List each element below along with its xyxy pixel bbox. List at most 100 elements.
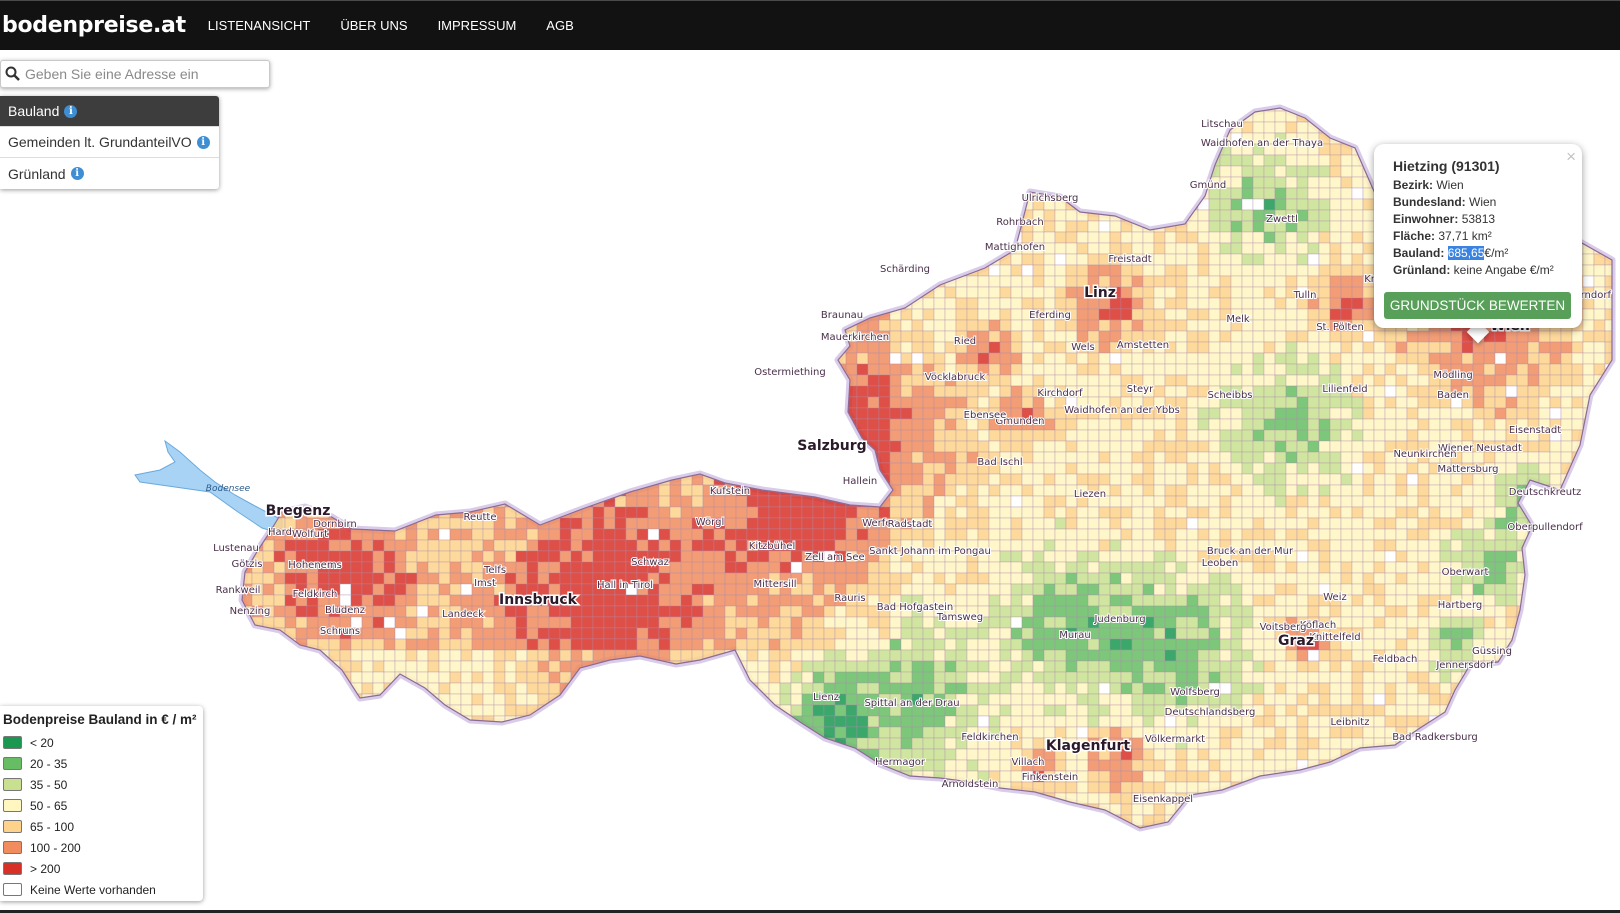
close-icon[interactable]: × (1566, 147, 1576, 167)
top-navbar: bodenpreise.at LISTENANSICHT ÜBER UNS IM… (0, 0, 1620, 50)
popup-field-value: 37,71 km² (1438, 229, 1492, 243)
place-label: Bludenz (325, 605, 365, 616)
place-label: Kirchdorf (1037, 388, 1083, 399)
place-label: Vöcklabruck (925, 372, 986, 383)
place-label: Schwaz (631, 557, 669, 568)
place-label: Hallein (843, 476, 877, 487)
layer-label: Grünland (8, 165, 66, 182)
city-label: Innsbruck (499, 592, 578, 608)
place-label: Ried (954, 336, 976, 347)
legend-item: 50 - 65 (3, 795, 203, 816)
nav-link-listenansicht[interactable]: LISTENANSICHT (208, 18, 311, 33)
place-label: Murau (1059, 630, 1091, 641)
place-label: Neunkirchen (1393, 449, 1456, 460)
layer-item-gruenland[interactable]: Grünland i (0, 158, 219, 189)
place-label: Leoben (1202, 558, 1239, 569)
place-label: Deutschkreutz (1509, 487, 1582, 498)
popup-field-value: Wien (1436, 178, 1464, 192)
place-label: Jennersdorf (1435, 660, 1494, 671)
place-label: Melk (1226, 314, 1250, 325)
city-label: Graz (1278, 633, 1314, 649)
place-label: Wolfsberg (1170, 687, 1220, 698)
place-label: Zwettl (1266, 214, 1298, 225)
popup-field-label: Bezirk: (1393, 178, 1434, 192)
place-label: Tamsweg (936, 612, 983, 623)
place-label: Baden (1437, 390, 1469, 401)
info-icon[interactable]: i (70, 167, 84, 180)
grundstueck-bewerten-button[interactable]: GRUNDSTÜCK BEWERTEN (1384, 292, 1571, 319)
place-label: Kufstein (710, 486, 750, 497)
place-label: Mattersburg (1437, 464, 1498, 475)
legend-item: Keine Werte vorhanden (3, 879, 203, 900)
place-label: Mattighofen (985, 242, 1045, 253)
legend-label: 50 - 65 (30, 798, 68, 813)
place-label: Weiz (1323, 592, 1346, 603)
place-label: Finkenstein (1022, 772, 1078, 783)
city-label: Salzburg (797, 438, 866, 454)
popup-field: Bezirk: Wien (1393, 178, 1582, 195)
place-label: St. Pölten (1316, 322, 1364, 333)
nav-link-agb[interactable]: AGB (546, 18, 573, 33)
place-label: Bruck an der Mur (1207, 546, 1294, 557)
legend-swatch (3, 736, 22, 749)
place-label: Wolfurt (292, 529, 328, 540)
popup-field-value: 685,65 (1447, 246, 1485, 260)
info-icon[interactable]: i (64, 104, 78, 118)
place-label: Reutte (464, 512, 497, 523)
place-label: Villach (1012, 757, 1045, 768)
place-label: Lilienfeld (1322, 384, 1367, 395)
legend-label: Keine Werte vorhanden (30, 882, 156, 897)
place-label: Amstetten (1117, 340, 1169, 351)
place-label: Hohenems (288, 560, 342, 571)
legend-item: 20 - 35 (3, 753, 203, 774)
info-icon[interactable]: i (196, 135, 210, 149)
place-label: Güssing (1472, 646, 1512, 657)
place-label: Tulln (1293, 290, 1317, 301)
city-label: Klagenfurt (1046, 738, 1131, 754)
popup-field: Bauland: 685,65€/m² (1393, 246, 1582, 263)
place-label: Ostermiething (754, 367, 825, 378)
place-label: Imst (474, 578, 496, 589)
place-label: Wörgl (696, 517, 724, 528)
place-label: Kitzbühel (749, 541, 795, 552)
map-legend: Bodenpreise Bauland in € / m² < 20 20 - 3… (0, 706, 203, 901)
place-label: Waidhofen an der Ybbs (1064, 405, 1180, 416)
legend-item: > 200 (3, 858, 203, 879)
legend-item: 100 - 200 (3, 837, 203, 858)
layer-label: Bauland (8, 103, 60, 119)
place-label: Hermagor (875, 757, 926, 768)
place-label: Zell am See (805, 552, 864, 563)
popup-field-label: Fläche: (1393, 229, 1436, 243)
place-label: Scheibbs (1207, 390, 1252, 401)
legend-item: < 20 (3, 732, 203, 753)
layer-item-gemeinden[interactable]: Gemeinden lt. GrundanteilVO i (0, 127, 219, 158)
place-label: Eisenkappel (1133, 794, 1193, 805)
popup-field-value: Wien (1469, 195, 1497, 209)
nav-link-ueber-uns[interactable]: ÜBER UNS (340, 18, 407, 33)
search-icon (1, 61, 25, 87)
nav-link-impressum[interactable]: IMPRESSUM (438, 18, 517, 33)
legend-swatch (3, 841, 22, 854)
place-label: Steyr (1127, 384, 1154, 395)
place-label: Mauerkirchen (821, 332, 889, 343)
place-label: Bad Ischl (977, 457, 1022, 468)
popup-field-unit: €/m² (1484, 246, 1509, 260)
place-label: Litschau (1201, 119, 1243, 130)
search-input[interactable] (25, 66, 260, 82)
legend-label: 100 - 200 (30, 840, 81, 855)
place-label: Knittelfeld (1309, 632, 1360, 643)
popup-field-label: Bundesland: (1393, 195, 1466, 209)
address-search[interactable] (0, 60, 270, 88)
layer-item-bauland[interactable]: Bauland i (0, 96, 219, 127)
place-label: Oberwart (1442, 567, 1489, 578)
legend-swatch (3, 862, 22, 875)
place-label: Voitsberg (1260, 622, 1307, 633)
place-label: Wels (1071, 342, 1094, 353)
place-label: Ebensee (964, 410, 1007, 421)
site-logo[interactable]: bodenpreise.at (2, 13, 186, 38)
place-label: Eisenstadt (1509, 425, 1561, 436)
popup-field: Einwohner: 53813 (1393, 212, 1582, 229)
place-label: Feldbach (1373, 654, 1418, 665)
place-label: Hartberg (1438, 600, 1482, 611)
legend-item: 35 - 50 (3, 774, 203, 795)
